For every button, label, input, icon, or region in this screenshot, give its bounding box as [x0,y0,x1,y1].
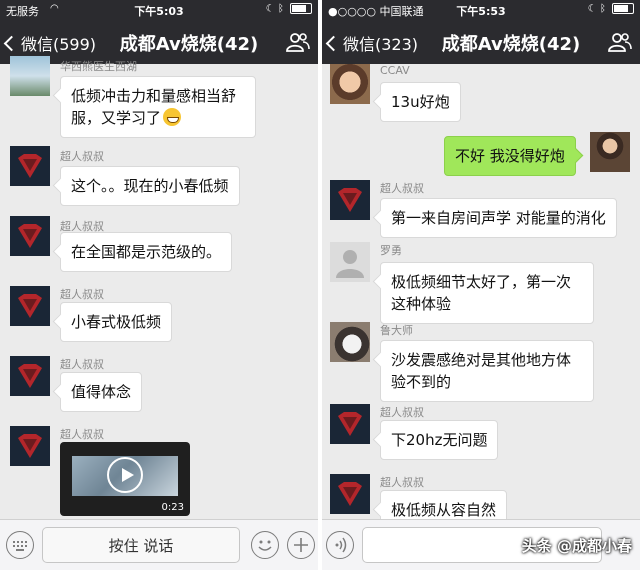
voice-icon [335,537,347,553]
message-bubble[interactable]: 小春式极低频 [60,302,173,342]
chat-title: 成都Av烧烧(42) [119,34,259,55]
grinning-emoji-icon [163,108,182,126]
avatar-self[interactable] [590,132,630,172]
video-message[interactable]: 0:23 [60,442,190,516]
chat-title: 成都Av烧烧(42) [441,34,581,55]
avatar[interactable] [10,146,50,186]
superman-logo-icon [10,356,50,396]
message-text: 服，又学习了 [71,109,162,127]
keyboard-icon [13,541,27,551]
plus-icon [294,538,308,552]
nav-bar: 微信(323) 成都Av烧烧(42) [322,20,640,64]
avatar[interactable] [330,64,370,104]
message-text: 这个。。现在的小春低频 [71,177,229,195]
message-bubble[interactable]: 沙发震感绝对是其他地方体 验不到的 [380,340,594,402]
right-chat-screen: ●○○○○ 中国联通 下午5:53 ☾ ᛒ 微信(323) 成都Av烧烧(42)… [322,0,640,570]
message-bubble[interactable]: 13u好炮 [380,82,461,122]
input-bar: 按住 说话 [0,519,318,570]
message-text: 极低频细节太好了，第一次 [391,273,572,291]
message-text: 13u好炮 [391,93,450,111]
sender-name: 超人叔叔 [380,476,424,489]
voice-toggle-button[interactable] [326,531,354,559]
sender-name: 超人叔叔 [380,406,424,419]
bluetooth-icon: ᛒ [599,3,606,15]
watermark: 头条 @成都小春 [521,537,632,555]
message-text: 第一来自房间声学 对能量的消化 [391,209,606,227]
superman-logo-icon [10,146,50,186]
back-label: 微信(323) [343,35,419,54]
message-text: 沙发震感绝对是其他地方体 [391,351,572,369]
emoji-button[interactable] [251,531,279,559]
message-text: 值得体念 [71,383,132,401]
back-button[interactable]: 微信(599) [3,31,97,55]
message-bubble[interactable]: 极低频细节太好了，第一次 这种体验 [380,262,594,324]
sender-name: 超人叔叔 [380,182,424,195]
superman-logo-icon [10,286,50,326]
message-bubble[interactable]: 值得体念 [60,372,143,412]
message-text: 不好 我没得好炮 [455,147,565,165]
sender-name: 超人叔叔 [60,358,104,371]
message-bubble[interactable]: 第一来自房间声学 对能量的消化 [380,198,617,238]
avatar[interactable] [330,322,370,362]
message-text: 在全国都是示范级的。 [71,243,222,261]
avatar[interactable] [10,56,50,96]
message-bubble[interactable]: 在全国都是示范级的。 [60,232,233,272]
keyboard-toggle-button[interactable] [6,531,34,559]
battery-icon [290,3,312,14]
message-text: 下20hz无问题 [391,431,488,449]
message-text: 极低频从容自然 [391,501,497,519]
hold-to-talk-button[interactable]: 按住 说话 [42,527,240,563]
sender-name: 超人叔叔 [60,288,104,301]
message-text: 验不到的 [391,373,452,391]
sender-name: 超人叔叔 [60,150,104,163]
group-members-icon[interactable] [286,32,310,52]
superman-logo-icon [330,404,370,444]
message-bubble[interactable]: 下20hz无问题 [380,420,499,460]
superman-logo-icon [330,180,370,220]
message-bubble[interactable]: 这个。。现在的小春低频 [60,166,240,206]
chevron-left-icon [325,35,342,52]
chevron-left-icon [3,35,20,52]
moon-icon: ☾ [265,3,275,15]
status-bar: 无服务 ◠ 下午5:03 ☾ ᛒ [0,0,318,20]
bluetooth-icon: ᛒ [277,3,284,15]
back-button[interactable]: 微信(323) [325,31,419,55]
default-user-icon [336,250,364,278]
avatar[interactable] [330,474,370,514]
sender-name: 罗勇 [380,244,402,257]
message-bubble-sent[interactable]: 不好 我没得好炮 [444,136,576,176]
superman-logo-icon [330,474,370,514]
sender-name: 华西熊医生西湖 [60,60,137,73]
avatar[interactable] [10,216,50,256]
video-duration: 0:23 [161,502,184,513]
avatar[interactable] [330,404,370,444]
message-text: 低频冲击力和量感相当舒 [71,87,237,105]
message-bubble[interactable]: 低频冲击力和量感相当舒 服，又学习了 [60,76,256,138]
battery-icon [612,3,634,14]
sender-name: 鲁大师 [380,324,413,337]
avatar[interactable] [10,286,50,326]
sender-name: CCAV [380,64,410,77]
group-members-icon[interactable] [608,32,632,52]
sender-name: 超人叔叔 [60,428,104,441]
avatar[interactable] [10,356,50,396]
back-label: 微信(599) [21,35,97,54]
avatar[interactable] [330,180,370,220]
superman-logo-icon [10,426,50,466]
avatar[interactable] [330,242,370,282]
superman-logo-icon [10,216,50,256]
left-chat-screen: 无服务 ◠ 下午5:03 ☾ ᛒ 微信(599) 成都Av烧烧(42) 华西熊医… [0,0,318,570]
message-text: 这种体验 [391,295,452,313]
play-icon[interactable] [107,457,143,493]
status-bar: ●○○○○ 中国联通 下午5:53 ☾ ᛒ [322,0,640,20]
message-text: 小春式极低频 [71,313,162,331]
avatar[interactable] [10,426,50,466]
moon-icon: ☾ [587,3,597,15]
more-button[interactable] [287,531,315,559]
smiley-icon [258,540,272,551]
